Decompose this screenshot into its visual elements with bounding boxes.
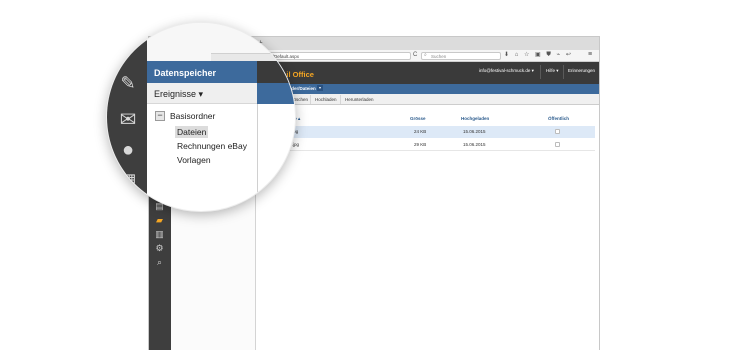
compose-icon[interactable]: ✎ — [117, 73, 139, 94]
search-placeholder: Suchen — [431, 54, 447, 59]
table-row[interactable]: Briefkuw.jpg 24 KB 15.06.2015 — [257, 126, 595, 138]
divider — [257, 104, 258, 211]
menu-icon[interactable]: ≡ — [588, 51, 592, 58]
file-uploaded: 15.06.2015 — [463, 142, 486, 147]
tree-item-templates[interactable]: Vorlagen — [177, 155, 211, 165]
calendar-icon[interactable]: ▦ — [117, 170, 139, 191]
file-uploaded: 15.06.2015 — [463, 129, 486, 134]
lens-url-strip — [211, 53, 295, 61]
file-toolbar: Bearbeiten Löschen Hochladen Herunterlad… — [256, 94, 599, 105]
events-dropdown[interactable]: Ereignisse ▾ — [154, 89, 203, 100]
lens-breadcrumb-bar — [257, 83, 295, 104]
column-header-public[interactable]: Öffentlich — [548, 116, 569, 121]
file-size: 29 KB — [414, 142, 427, 147]
gear-icon[interactable]: ⚙ — [153, 243, 166, 254]
reload-icon[interactable]: C — [413, 52, 417, 58]
magnifier-lens: ✎ ✉ ● ▦ Datenspeicher Ereignisse ▾ − Bas… — [106, 22, 296, 212]
divider — [540, 65, 541, 79]
upload-button[interactable]: Hochladen — [310, 95, 341, 104]
collapse-icon[interactable]: − — [155, 111, 165, 121]
search-icon: ⌕ — [424, 52, 427, 58]
panel-title: Datenspeicher — [154, 68, 217, 78]
search-icon[interactable]: ⌕ — [153, 257, 166, 268]
search-field[interactable]: Suchen — [421, 52, 501, 60]
lens-app-header — [257, 61, 295, 83]
help-menu[interactable]: Hilfe ▾ — [546, 68, 559, 74]
browser-toolbar-icons[interactable]: ⬇ ⌂ ☆ ▣ ⛊ ⌁ ↩ — [504, 51, 573, 59]
column-header-size[interactable]: Grösse — [410, 116, 426, 121]
tree-root-folder[interactable]: Basisordner — [170, 111, 215, 121]
mail-icon[interactable]: ✉ — [117, 107, 139, 132]
file-size: 24 KB — [414, 129, 427, 134]
download-button[interactable]: Herunterladen — [340, 95, 378, 104]
public-checkbox[interactable] — [555, 129, 560, 134]
breadcrumb-dropdown-button[interactable]: ▾ — [317, 85, 323, 91]
divider — [563, 65, 564, 79]
user-menu[interactable]: info@festival-schmuck.de ▾ — [479, 68, 534, 74]
tree-item-ebay-invoices[interactable]: Rechnungen eBay — [177, 141, 247, 151]
lens-icon-bar: ✎ ✉ ● ▦ — [107, 23, 147, 211]
chart-icon[interactable]: ▥ — [153, 229, 166, 240]
column-header-uploaded[interactable]: Hochgeladen — [461, 116, 489, 121]
table-row[interactable]: Briefkopf.jpg 29 KB 15.06.2015 — [257, 139, 595, 151]
tree-item-files[interactable]: Dateien — [175, 126, 209, 138]
user-icon[interactable]: ● — [117, 139, 139, 162]
folder-icon[interactable]: ▰ — [153, 215, 166, 226]
reminders-link[interactable]: Erinnerungen — [568, 68, 595, 73]
public-checkbox[interactable] — [555, 142, 560, 147]
